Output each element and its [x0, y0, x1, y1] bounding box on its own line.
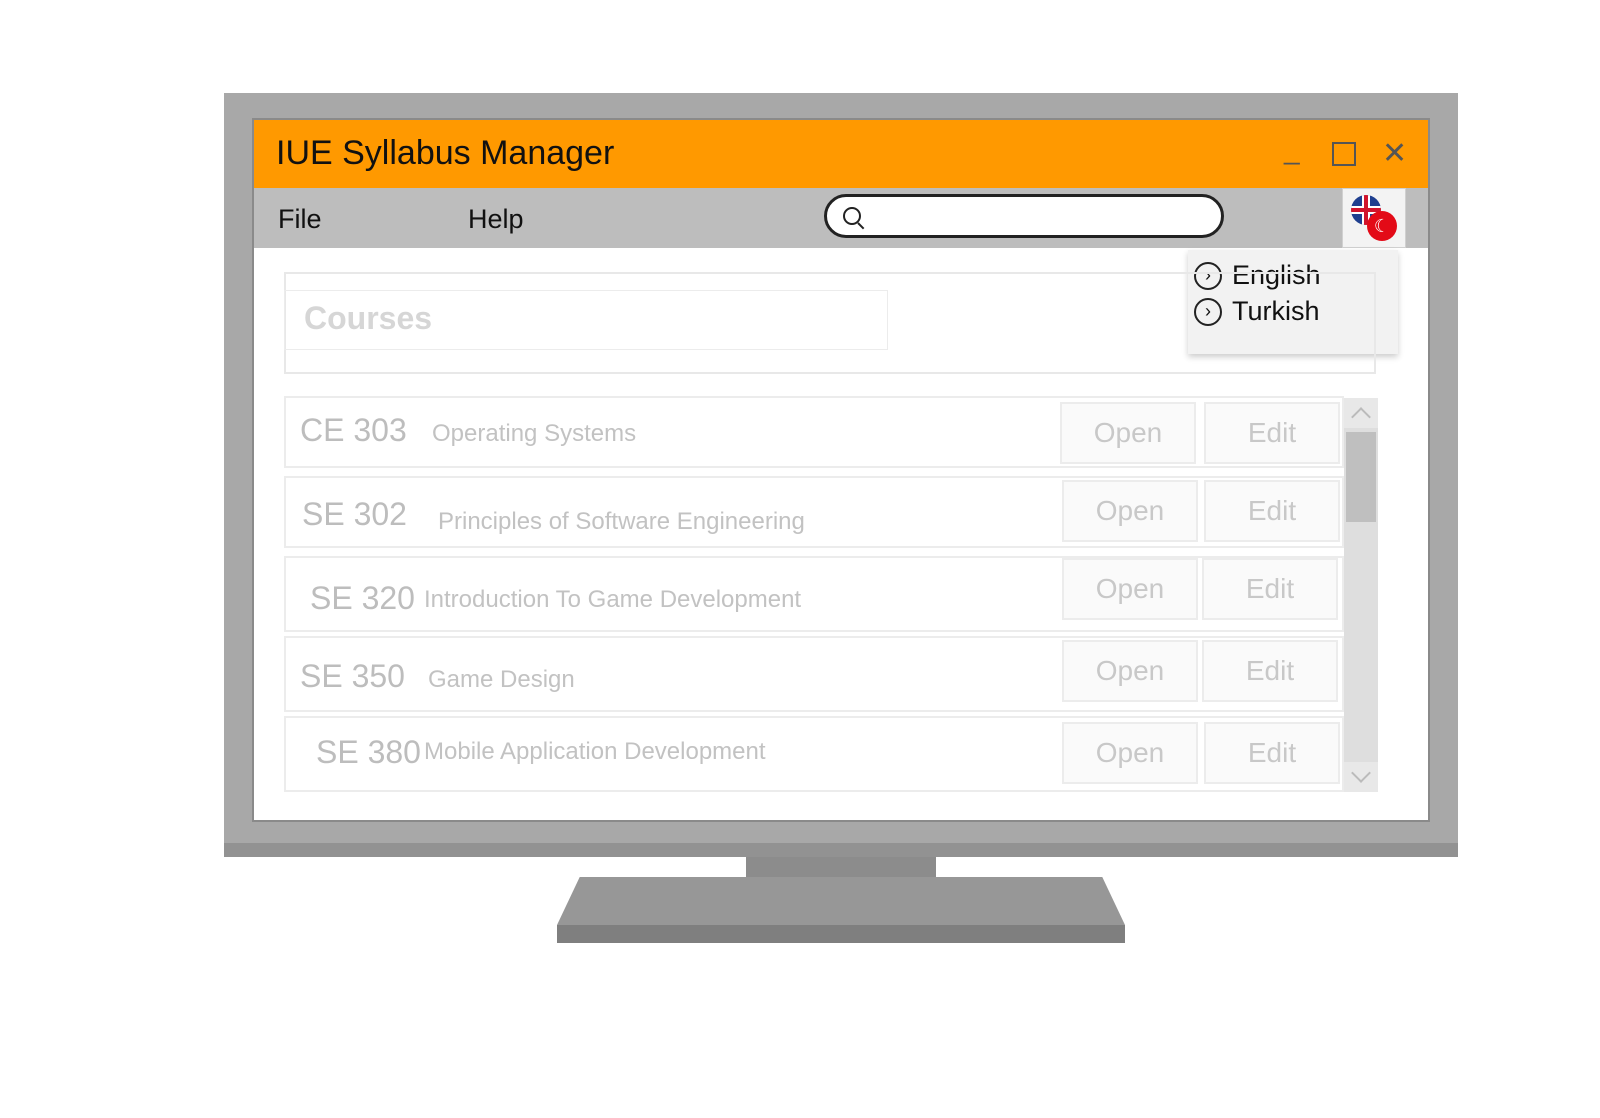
course-name: Mobile Application Development — [424, 738, 766, 765]
edit-button[interactable]: Edit — [1204, 402, 1340, 464]
turkey-flag-icon: ☾ — [1367, 211, 1397, 241]
course-row: CE 303 Operating Systems Open Edit — [284, 396, 1344, 468]
search-box[interactable] — [824, 194, 1224, 238]
title-bar: IUE Syllabus Manager _ ✕ — [254, 120, 1428, 188]
open-button[interactable]: Open — [1062, 558, 1198, 620]
course-name: Game Design — [428, 666, 575, 693]
app-window: IUE Syllabus Manager _ ✕ File Help ☾ › E… — [252, 118, 1430, 822]
monitor-bezel-bottom — [224, 843, 1458, 857]
open-button[interactable]: Open — [1062, 640, 1198, 702]
course-code: CE 303 — [300, 412, 407, 448]
course-row: SE 380 Mobile Application Development Op… — [284, 716, 1344, 792]
monitor-base — [557, 877, 1125, 925]
course-code: SE 350 — [300, 658, 405, 694]
scroll-up-icon[interactable] — [1344, 398, 1378, 428]
scroll-thumb[interactable] — [1346, 432, 1376, 522]
open-button[interactable]: Open — [1060, 402, 1196, 464]
monitor-base-edge — [557, 925, 1125, 943]
courses-title: Courses — [304, 300, 433, 336]
close-button[interactable]: ✕ — [1382, 136, 1407, 171]
edit-button[interactable]: Edit — [1202, 558, 1338, 620]
course-row: SE 302 Principles of Software Engineerin… — [284, 476, 1344, 548]
course-name: Operating Systems — [432, 420, 637, 447]
course-code: SE 380 — [316, 734, 421, 770]
course-code: SE 302 — [302, 496, 407, 532]
course-row: SE 350 Game Design Open Edit — [284, 636, 1344, 712]
scroll-down-icon[interactable] — [1344, 762, 1378, 792]
app-title: IUE Syllabus Manager — [276, 134, 615, 172]
menu-file[interactable]: File — [278, 204, 322, 235]
open-button[interactable]: Open — [1062, 722, 1198, 784]
edit-button[interactable]: Edit — [1202, 640, 1338, 702]
vertical-scrollbar[interactable] — [1344, 398, 1378, 792]
edit-button[interactable]: Edit — [1204, 480, 1340, 542]
menu-help[interactable]: Help — [468, 204, 524, 235]
language-button[interactable]: ☾ — [1342, 188, 1406, 248]
course-name: Principles of Software Engineering — [438, 508, 805, 535]
course-name: Introduction To Game Development — [424, 586, 802, 613]
edit-button[interactable]: Edit — [1204, 722, 1340, 784]
minimize-button[interactable]: _ — [1284, 134, 1300, 166]
maximize-button[interactable] — [1332, 142, 1356, 166]
search-input[interactable] — [867, 201, 1211, 233]
search-icon — [843, 207, 861, 225]
course-code: SE 320 — [310, 580, 415, 616]
course-row: SE 320 Introduction To Game Development … — [284, 556, 1344, 632]
open-button[interactable]: Open — [1062, 480, 1198, 542]
